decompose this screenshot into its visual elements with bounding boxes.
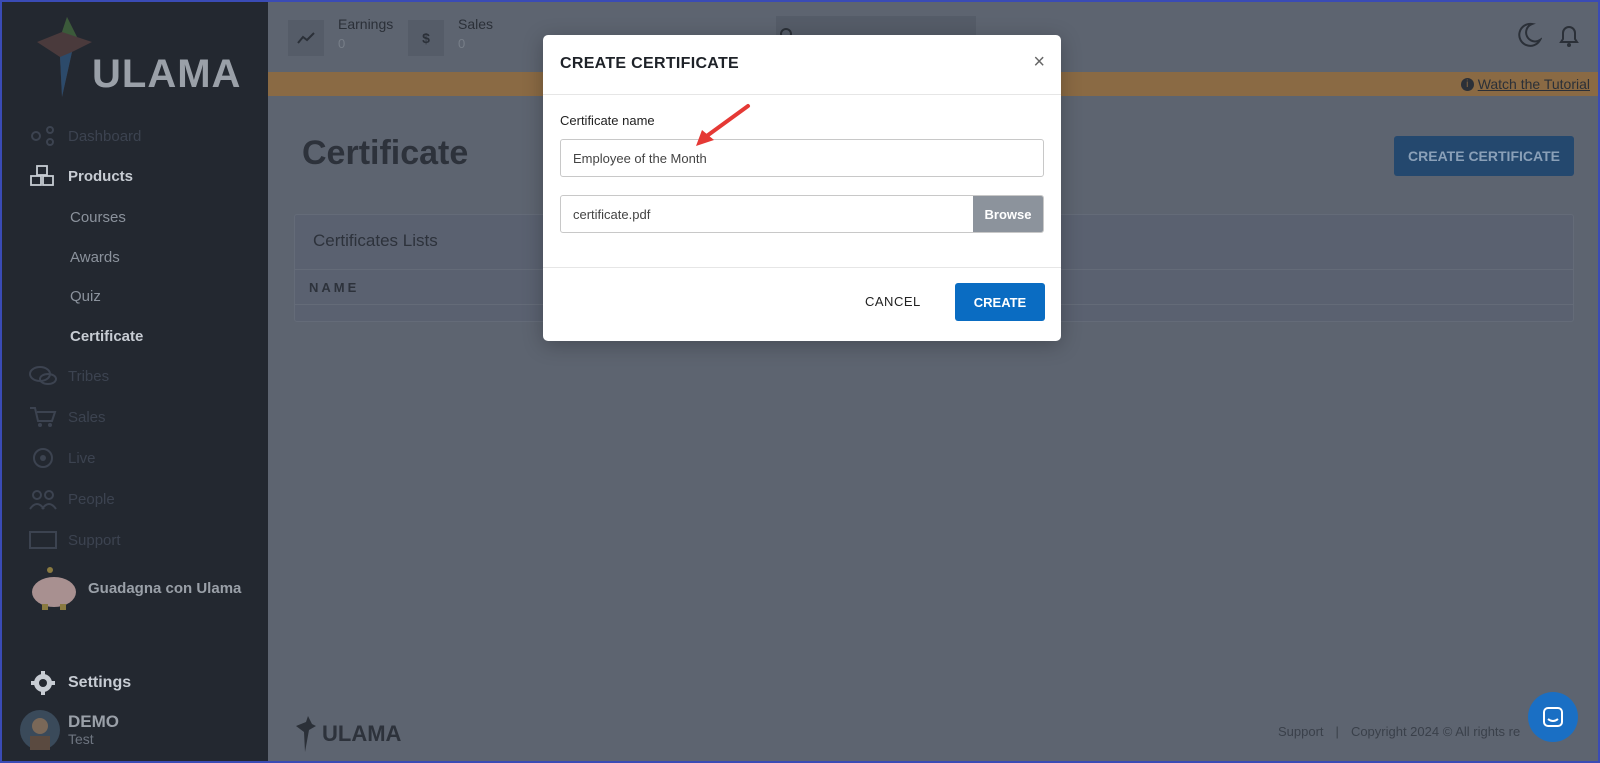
earn-label: Guadagna con Ulama <box>88 579 242 597</box>
modal-footer: CANCEL CREATE <box>543 267 1061 341</box>
footer-links: Support | Copyright 2024 © All rights re <box>1278 724 1520 739</box>
gear-icon <box>31 671 55 695</box>
sales-value: 0 <box>458 36 466 51</box>
sidebar-item-label: People <box>68 490 115 508</box>
notification-bell-icon[interactable] <box>1556 22 1582 48</box>
chat-bubbles-icon <box>29 366 57 385</box>
support-icon <box>29 531 57 549</box>
certificate-name-input[interactable] <box>560 139 1044 177</box>
sidebar-item-tribes[interactable]: Tribes <box>28 364 109 388</box>
sidebar-subitem-certificate[interactable]: Certificate <box>70 328 143 345</box>
file-name-field[interactable]: certificate.pdf <box>561 196 973 232</box>
sidebar-item-people[interactable]: People <box>28 487 115 511</box>
create-button[interactable]: CREATE <box>955 283 1045 321</box>
sidebar-item-label: Live <box>68 449 96 467</box>
file-upload[interactable]: certificate.pdf Browse <box>560 195 1044 233</box>
sidebar-item-label: Tribes <box>68 367 110 385</box>
cancel-button[interactable]: CANCEL <box>865 294 921 309</box>
cart-icon <box>30 407 57 427</box>
modal-header: CREATE CERTIFICATE × <box>543 35 1061 95</box>
user-name: DEMO <box>68 712 119 731</box>
sidebar-item-support[interactable]: Support <box>28 528 121 552</box>
sidebar-item-label: Support <box>68 531 121 549</box>
bird-logo-icon <box>296 716 316 752</box>
chart-line-icon <box>288 20 324 56</box>
earnings-value: 0 <box>338 36 346 51</box>
people-icon <box>29 490 57 510</box>
sidebar-item-label: Products <box>68 167 134 185</box>
annotation-arrow-icon <box>696 104 750 146</box>
logo[interactable]: ULAMA <box>32 12 242 102</box>
info-icon: i <box>1460 77 1474 91</box>
sidebar-item-sales[interactable]: Sales <box>28 405 106 429</box>
earn-with-ulama[interactable]: Guadagna con Ulama <box>28 564 241 612</box>
chat-icon <box>1543 707 1563 727</box>
create-certificate-button[interactable]: CREATE CERTIFICATE <box>1394 136 1574 176</box>
card-title: Certificates Lists <box>313 231 438 250</box>
footer-logo-text: ULAMA <box>322 721 402 746</box>
close-icon[interactable]: × <box>1033 51 1045 74</box>
piggy-bank-icon <box>32 567 76 610</box>
settings-label: Settings <box>68 674 132 691</box>
sidebar-subitem-courses[interactable]: Courses <box>70 209 126 226</box>
page-title: Certificate <box>302 134 469 172</box>
dark-mode-toggle-icon[interactable] <box>1516 22 1542 48</box>
sidebar-item-label: Dashboard <box>68 127 142 145</box>
sales-label: Sales <box>458 16 494 32</box>
live-icon <box>33 448 53 468</box>
sidebar-item-products[interactable]: Products <box>28 164 133 188</box>
cubes-icon <box>30 165 54 186</box>
certificate-name-label: Certificate name <box>560 113 655 128</box>
footer-support-link[interactable]: Support <box>1278 724 1324 739</box>
footer-separator: | <box>1335 724 1339 739</box>
earnings-stat: Earnings 0 <box>288 16 393 56</box>
tutorial-label: Watch the Tutorial <box>1477 76 1590 92</box>
sales-stat: $ Sales 0 <box>408 16 493 56</box>
browse-button[interactable]: Browse <box>973 196 1043 232</box>
user-profile[interactable]: DEMO Test <box>20 710 119 750</box>
earnings-label: Earnings <box>338 16 394 32</box>
modal-title: CREATE CERTIFICATE <box>560 55 740 72</box>
sidebar-item-dashboard[interactable]: Dashboard <box>28 124 141 148</box>
footer-logo: ULAMA <box>294 714 401 754</box>
column-name-header: NAME <box>309 280 360 295</box>
sidebar: ULAMA Dashboard Products Courses Awards … <box>2 2 268 761</box>
sidebar-subitem-quiz[interactable]: Quiz <box>70 288 101 305</box>
dollar-icon: $ <box>408 20 444 56</box>
sidebar-item-label: Sales <box>68 408 106 426</box>
user-subtitle: Test <box>68 731 94 747</box>
watch-tutorial-link[interactable]: i Watch the Tutorial <box>1460 76 1590 92</box>
chat-launcher-button[interactable] <box>1528 692 1578 742</box>
create-certificate-modal: CREATE CERTIFICATE × Certificate name ce… <box>543 35 1061 341</box>
footer-copyright: Copyright 2024 © All rights re <box>1350 724 1521 739</box>
sidebar-item-live[interactable]: Live <box>28 446 96 470</box>
dashboard-icon <box>31 126 54 146</box>
logo-text: ULAMA <box>92 52 242 96</box>
avatar <box>20 710 60 750</box>
sidebar-subitem-awards[interactable]: Awards <box>70 249 120 266</box>
settings-link[interactable]: Settings <box>30 670 131 696</box>
